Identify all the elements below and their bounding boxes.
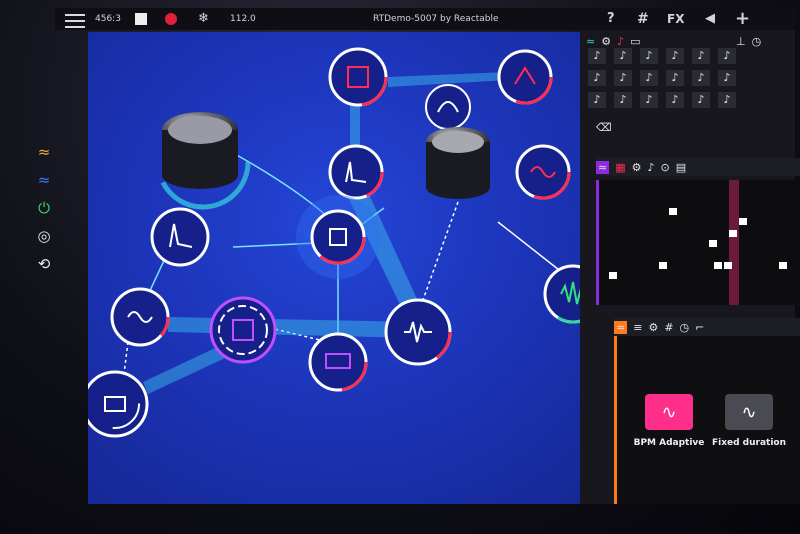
bpm-display[interactable]: 112.0 [230,8,256,30]
seq-wave-tab-icon[interactable]: ≈ [596,160,610,174]
fx-button[interactable]: FX [667,8,684,30]
node-lfo-right[interactable] [515,144,571,200]
note-cell[interactable]: ♪ [614,48,632,64]
node-sequencer-purple[interactable] [209,296,277,364]
note-cell[interactable]: ♪ [588,48,606,64]
sample-grid-tab[interactable]: # [664,321,673,334]
note-cell[interactable]: ♪ [692,48,710,64]
session-title: RTDemo-5007 by Reactable [373,14,499,24]
grid-button[interactable]: # [637,8,649,30]
sequencer-step[interactable] [779,262,787,269]
note-cell[interactable]: ♪ [640,70,658,86]
sample-tabs: ≈ ≡ ⚙ # ◷ ⌐ [614,318,800,336]
folder-tab-icon[interactable]: ▭ [630,35,640,48]
patch-graph [88,47,603,438]
seq-note-tab[interactable]: ♪ [648,161,655,174]
note-cell[interactable]: ♪ [614,92,632,108]
note-cell[interactable]: ♪ [718,92,736,108]
node-keyboard[interactable] [308,332,368,392]
waveform-yellow-icon[interactable]: ≈ [32,140,56,164]
envelope-tab-icon[interactable]: ⌐ [695,321,704,334]
menu-icon[interactable] [65,10,85,32]
playhead-column [729,180,739,305]
seq-grid-tab-icon[interactable]: ▦ [615,161,625,174]
sequencer-step[interactable] [659,262,667,269]
bpm-adaptive-button[interactable]: ∿ [645,394,693,430]
sequencer-step[interactable] [739,218,747,225]
help-button[interactable]: ? [607,8,615,30]
clock-icon[interactable]: ◷ [752,35,762,48]
step-sequencer[interactable] [596,180,800,305]
note-cell[interactable]: ♪ [718,70,736,86]
physical-puck-left[interactable] [155,112,251,210]
top-toolbar: 456:3 ❄ 112.0 RTDemo-5007 by Reactable ?… [55,8,795,30]
note-cell[interactable]: ♪ [588,92,606,108]
snowflake-icon[interactable]: ❄ [198,8,209,30]
waveform-icon: ∿ [661,401,677,423]
node-wave-output[interactable] [384,298,452,366]
tempo-display: 456:3 [95,14,121,24]
note-cell[interactable]: ♪ [640,48,658,64]
sequencer-step[interactable] [729,230,737,237]
record-button[interactable] [165,13,177,25]
seq-settings-tab-icon[interactable]: ⚙ [632,161,642,174]
waveform-blue-icon[interactable]: ≈ [32,168,56,192]
settings-tab-icon[interactable]: ⚙ [601,35,611,48]
sequencer-step[interactable] [609,272,617,279]
loop-icon[interactable]: ⟲ [32,252,56,276]
power-icon[interactable]: ⏻ [32,196,56,220]
node-oscillator-top-right[interactable] [497,49,553,105]
sample-mode-panel: ∿ BPM Adaptive ∿ Fixed duration [614,336,800,504]
sequencer-step[interactable] [714,262,722,269]
node-envelope-left[interactable] [150,207,210,267]
note-cell[interactable]: ♪ [692,92,710,108]
note-cell[interactable]: ♪ [614,70,632,86]
eraser-icon[interactable]: ⌫ [596,121,612,134]
target-icon[interactable]: ◎ [32,224,56,248]
note-cell[interactable]: ♪ [666,70,684,86]
object-palette: ≈ ≈ ⏻ ◎ ⟲ [20,130,70,290]
eraser-row: ⌫ [596,118,612,136]
note-cell[interactable]: ♪ [666,48,684,64]
bpm-adaptive-label: BPM Adaptive [633,438,705,448]
node-output-center[interactable] [296,195,380,279]
note-grid: ♪ ♪ ♪ ♪ ♪ ♪ ♪ ♪ ♪ ♪ ♪ ♪ ♪ ♪ ♪ ♪ ♪ ♪ [586,48,786,112]
sample-settings-tab-icon[interactable]: ⚙ [648,321,658,334]
note-cell[interactable]: ♪ [640,92,658,108]
reactable-table-surface[interactable] [88,32,638,504]
note-tab-icon[interactable]: ♪ [617,35,624,48]
sequencer-step[interactable] [709,240,717,247]
node-filter-center[interactable] [425,84,471,130]
list-tab-icon[interactable]: ≡ [633,321,642,334]
note-cell[interactable]: ♪ [718,48,736,64]
sequencer-step[interactable] [724,262,732,269]
seq-target-tab[interactable]: ⊙ [661,161,670,174]
pin-icon[interactable]: ⊥ [736,35,746,48]
speaker-icon[interactable]: ◀ [705,8,715,30]
note-cell[interactable]: ♪ [666,92,684,108]
fixed-duration-button[interactable]: ∿ [725,394,773,430]
wave-tab-icon[interactable]: ≈ [586,35,595,48]
node-sample-top[interactable] [328,47,388,107]
sample-wave-tab-icon[interactable]: ≈ [614,320,628,334]
node-envelope[interactable] [328,144,384,200]
physical-puck-right[interactable] [426,127,490,199]
note-cell[interactable]: ♪ [588,70,606,86]
sequencer-tabs: ≈ ▦ ⚙ ♪ ⊙ ▤ [596,158,800,176]
sequencer-step[interactable] [669,208,677,215]
node-sample-bottom-left[interactable] [88,370,149,438]
note-cell[interactable]: ♪ [692,70,710,86]
locked-waveform-icon: ∿ [741,401,757,423]
add-button[interactable]: + [735,8,750,30]
keyboard-tab-icon[interactable]: ▤ [676,161,686,174]
fixed-duration-label: Fixed duration [711,438,787,448]
sample-clock-tab-icon[interactable]: ◷ [680,321,690,334]
node-modulator-left[interactable] [110,287,170,347]
stop-button[interactable] [135,13,147,25]
